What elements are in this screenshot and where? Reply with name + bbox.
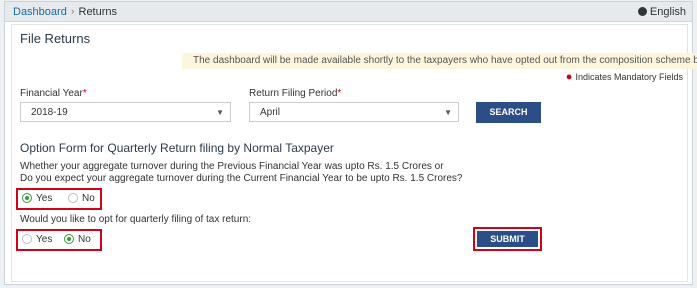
file-returns-panel: File Returns The dashboard will be made …: [11, 24, 697, 282]
mandatory-note-text: Indicates Mandatory Fields: [575, 72, 683, 82]
breadcrumb-separator: ›: [70, 6, 75, 18]
question-1-line-2: Do you expect your aggregate turnover du…: [20, 173, 463, 184]
question-2-radio-group: Yes No: [16, 229, 102, 251]
question-1-yes-label: Yes: [36, 193, 53, 204]
window-frame: Dashboard › Returns English File Returns T…: [4, 1, 697, 285]
radio-unselected-icon[interactable]: [68, 193, 78, 203]
top-bar: Dashboard › Returns English: [5, 2, 692, 22]
financial-year-value: 2018-19: [31, 107, 68, 118]
submit-button[interactable]: SUBMIT: [477, 231, 538, 247]
financial-year-label-text: Financial Year: [20, 88, 83, 99]
radio-selected-icon[interactable]: [22, 193, 32, 203]
question-1-no-option[interactable]: No: [68, 193, 95, 205]
globe-icon: [637, 7, 647, 16]
language-selector[interactable]: English: [637, 6, 686, 18]
option-form-title: Option Form for Quarterly Return filing …: [20, 141, 334, 155]
breadcrumb: Dashboard › Returns: [13, 6, 117, 18]
breadcrumb-dashboard-link[interactable]: Dashboard: [13, 6, 67, 18]
language-label: English: [649, 6, 686, 18]
submit-highlight: SUBMIT: [473, 227, 542, 251]
radio-selected-icon[interactable]: [64, 234, 74, 244]
question-1-radio-group: Yes No: [16, 188, 102, 210]
mandatory-note: ● Indicates Mandatory Fields: [566, 71, 683, 83]
chevron-down-icon: ▼: [444, 108, 452, 117]
required-marker: *: [82, 88, 87, 99]
financial-year-select[interactable]: 2018-19 ▼: [20, 102, 231, 122]
question-1-yes-option[interactable]: Yes: [22, 193, 52, 205]
return-period-select[interactable]: April ▼: [249, 102, 459, 122]
question-2-yes-label: Yes: [36, 234, 53, 245]
question-2-no-option[interactable]: No: [64, 234, 91, 246]
search-button[interactable]: SEARCH: [476, 102, 541, 123]
notice-banner: The dashboard will be made available sho…: [182, 53, 697, 69]
question-2: Would you like to opt for quarterly fili…: [20, 214, 252, 225]
financial-year-label: Financial Year*: [20, 88, 87, 99]
breadcrumb-current: Returns: [78, 6, 118, 18]
question-1-no-label: No: [82, 193, 95, 204]
required-dot-icon: ●: [565, 71, 573, 83]
return-period-label-text: Return Filing Period: [249, 88, 338, 99]
chevron-down-icon: ▼: [216, 108, 224, 117]
return-period-label: Return Filing Period*: [249, 88, 341, 99]
question-2-no-label: No: [78, 234, 91, 245]
page-title: File Returns: [20, 31, 91, 46]
required-marker: *: [337, 88, 342, 99]
radio-unselected-icon[interactable]: [22, 234, 32, 244]
return-period-value: April: [260, 107, 281, 118]
question-1-line-1: Whether your aggregate turnover during t…: [20, 161, 444, 172]
question-2-yes-option[interactable]: Yes: [22, 234, 52, 246]
